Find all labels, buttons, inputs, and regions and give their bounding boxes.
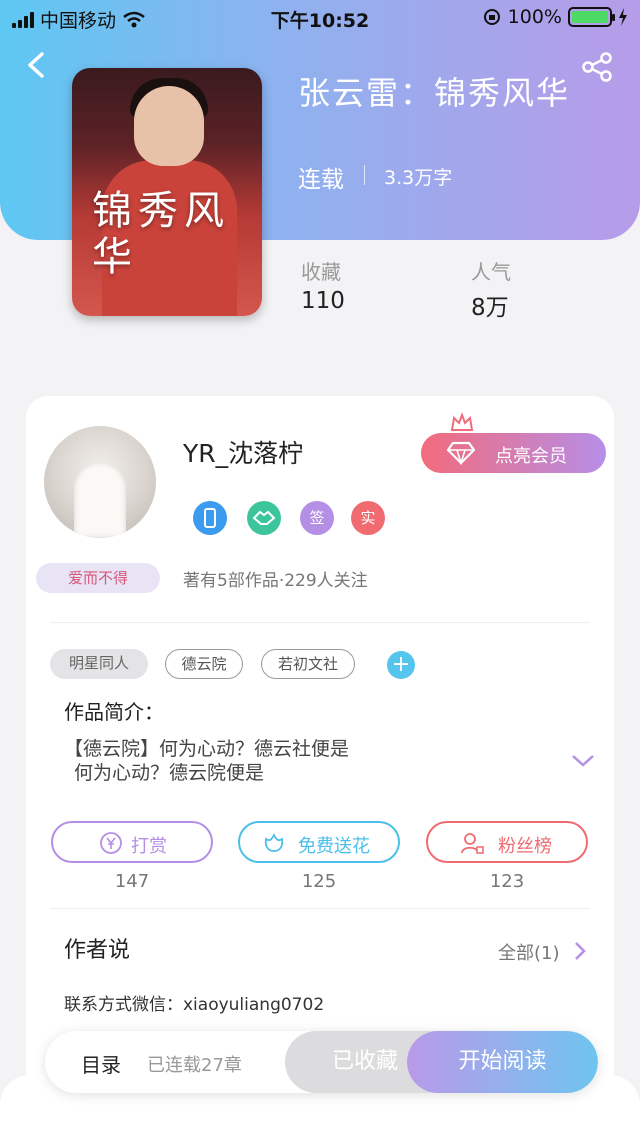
send-flower-button[interactable]: 免费送花 [238,821,400,863]
intro-line: 【德云院】何为心动？德云社便是 [64,738,350,760]
add-tag-button[interactable]: + [387,651,415,679]
author-name[interactable]: YR_沈落柠 [183,434,303,470]
battery-percent: 100% [507,6,562,28]
toc-button[interactable]: 目录 [81,1049,121,1078]
status-bar: 中国移动 下午10:52 100% [0,0,640,36]
chevron-right-icon[interactable] [572,940,588,962]
stat-favorites-value: 110 [301,288,345,314]
author-says-content: 联系方式微信：xiaoyuliang0702 [64,995,325,1015]
fans-count: 123 [489,871,525,892]
cover-title: 锦秀风华 [92,188,230,280]
start-reading-button[interactable]: 开始阅读 [407,1031,598,1093]
handshake-icon [252,510,276,525]
tag-ruochu[interactable]: 若初文社 [261,649,355,679]
diamond-icon [447,441,475,465]
tag-deyunyuan[interactable]: 德云院 [165,649,243,679]
divider [364,165,365,185]
handshake-badge [247,501,281,535]
reward-label: 打赏 [131,836,167,857]
vip-label: 点亮会员 [495,446,567,467]
crown-icon [450,412,474,431]
stat-favorites-label: 收藏 [301,260,341,284]
battery-icon [568,7,615,27]
reward-count: 147 [114,871,150,892]
fans-rank-label: 粉丝榜 [498,836,552,857]
author-says-all-link[interactable]: 全部(1) [498,939,560,965]
back-icon[interactable] [22,50,52,80]
phone-badge [193,501,227,535]
fans-rank-button[interactable]: 粉丝榜 [426,821,588,863]
divider [50,622,590,623]
signed-badge: 签 [300,501,334,535]
rotation-lock-icon [483,9,500,25]
yen-icon [100,832,122,854]
word-count: 3.3万字 [384,167,453,189]
share-icon[interactable] [580,52,614,82]
book-title: 张云雷：锦秀风华 [298,74,571,112]
avatar-badge: 爱而不得 [36,563,160,593]
book-cover[interactable]: 锦秀风华 [72,68,262,316]
verified-badge: 实 [351,501,385,535]
chevron-down-icon[interactable] [570,752,596,770]
reward-button[interactable]: 打赏 [51,821,213,863]
intro-title: 作品简介： [64,700,164,724]
stat-popularity-label: 人气 [471,260,511,284]
intro-line: 何为心动？德云院便是 [74,762,265,784]
vip-button[interactable]: 点亮会员 [421,433,606,473]
divider [50,908,590,909]
flower-icon [264,832,284,852]
chapter-count: 已连载27章 [147,1055,242,1076]
phone-icon [204,508,216,528]
stat-popularity-value: 8万 [471,295,509,321]
author-says-title: 作者说 [64,938,131,963]
send-flower-label: 免费送花 [298,836,370,857]
charging-icon [619,8,627,26]
bottom-bar: 目录 已连载27章 已收藏 开始阅读 [45,1031,598,1093]
avatar[interactable] [44,426,156,538]
fans-icon [461,833,484,854]
works-info: 著有5部作品·229人关注 [183,571,368,591]
flower-count: 125 [301,871,337,892]
serial-status: 连载 [298,167,344,193]
tag-celebrity-fanfic[interactable]: 明星同人 [50,649,148,679]
